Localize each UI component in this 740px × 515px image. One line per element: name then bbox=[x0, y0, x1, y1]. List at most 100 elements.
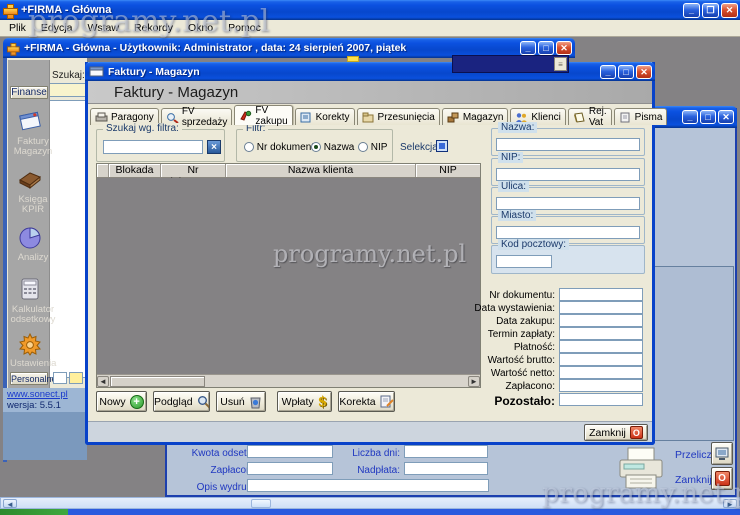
start-button-fragment[interactable] bbox=[0, 509, 68, 515]
app-search-input[interactable] bbox=[47, 83, 87, 97]
minimize-button[interactable]: _ bbox=[682, 110, 698, 124]
wartosc-netto-input[interactable] bbox=[559, 366, 643, 379]
ulica-label: Ulica: bbox=[498, 181, 529, 192]
przelicz-label: Przelicz bbox=[675, 449, 712, 461]
table-body[interactable]: programy.net.pl bbox=[97, 178, 480, 374]
nip-input[interactable] bbox=[496, 168, 640, 181]
scroll-right-arrow[interactable]: ► bbox=[723, 499, 737, 508]
column-header-nr-dokumentu[interactable]: Nr dokumentu bbox=[161, 164, 226, 177]
sidebar-group-finanse[interactable]: Finanse bbox=[10, 86, 48, 99]
dialog-titlebar[interactable]: Faktury - Magazyn _ □ ✕ bbox=[85, 62, 655, 81]
nazwa-input[interactable] bbox=[496, 138, 640, 151]
scroll-left-arrow[interactable]: ◄ bbox=[3, 499, 17, 508]
sidebar-group-personalne[interactable]: Personalne bbox=[10, 372, 48, 385]
sidebar-item-kalkulator[interactable]: Kalkulator odsetkowy bbox=[10, 276, 50, 332]
scroll-thumb[interactable] bbox=[110, 376, 205, 387]
field-label: Data wystawienia: bbox=[468, 303, 555, 314]
korekta-button[interactable]: Korekta bbox=[338, 391, 395, 412]
restore-button[interactable]: ❐ bbox=[702, 3, 719, 18]
menu-wstaw[interactable]: Wstaw bbox=[87, 22, 119, 34]
przelicz-button[interactable] bbox=[711, 442, 733, 465]
menu-plik[interactable]: Plik bbox=[9, 22, 26, 34]
selection-icon[interactable] bbox=[436, 140, 448, 152]
pozostalo-input[interactable] bbox=[559, 393, 643, 406]
tab-rej-vat[interactable]: Rej. Vat bbox=[568, 108, 612, 125]
podglad-button[interactable]: Podgląd bbox=[153, 391, 210, 412]
radio-icon[interactable] bbox=[358, 142, 368, 152]
nr-dokumentu-input[interactable] bbox=[559, 288, 643, 301]
radio-icon[interactable] bbox=[311, 142, 321, 152]
dialog-zamknij-button[interactable]: Zamknij O bbox=[584, 424, 648, 441]
nowy-button[interactable]: Nowy + bbox=[96, 391, 147, 412]
maximize-button[interactable]: □ bbox=[618, 65, 634, 79]
radio-label: NIP bbox=[371, 142, 388, 153]
main-hscrollbar[interactable]: ◄ ► bbox=[0, 497, 740, 509]
tab-przesuniecia[interactable]: Przesunięcia bbox=[357, 108, 440, 125]
menu-edycja[interactable]: Edycja bbox=[41, 22, 73, 34]
data-zakupu-input[interactable] bbox=[559, 314, 643, 327]
tab-pisma[interactable]: Pisma bbox=[614, 108, 668, 125]
menu-okno[interactable]: Okno bbox=[188, 22, 213, 34]
main-window-titlebar[interactable]: +FIRMA - Główna _ ❐ ✕ bbox=[0, 0, 740, 20]
platnosc-input[interactable] bbox=[559, 340, 643, 353]
radio-nazwa[interactable]: Nazwa bbox=[311, 142, 354, 153]
sonect-link[interactable]: www.sonect.pl bbox=[7, 389, 87, 400]
kwota-odsetek-input[interactable] bbox=[247, 445, 333, 458]
data-wystawienia-input[interactable] bbox=[559, 301, 643, 314]
sidebar-item-ustawienia[interactable]: Ustawienia bbox=[10, 332, 50, 372]
ulica-input[interactable] bbox=[496, 197, 640, 210]
minimize-button[interactable]: _ bbox=[600, 65, 616, 79]
radio-icon[interactable] bbox=[244, 142, 254, 152]
tab-fv-zakupu[interactable]: FV zakupu bbox=[234, 105, 292, 125]
search-group-label: Szukaj wg. filtra: bbox=[103, 123, 182, 134]
radio-nip[interactable]: NIP bbox=[358, 142, 387, 153]
letters-icon bbox=[619, 112, 632, 123]
miasto-input[interactable] bbox=[496, 226, 640, 239]
column-header-select[interactable] bbox=[97, 164, 109, 177]
wplaty-button[interactable]: Wpłaty $ bbox=[277, 391, 332, 412]
tab-korekty[interactable]: Korekty bbox=[295, 108, 355, 125]
nadplata-input[interactable] bbox=[404, 462, 488, 475]
scroll-left-arrow[interactable]: ◄ bbox=[97, 376, 109, 387]
sidebar-item-analizy[interactable]: Analizy bbox=[10, 224, 50, 270]
minimize-button[interactable]: _ bbox=[683, 3, 700, 18]
zaplacono-input[interactable] bbox=[247, 462, 333, 475]
sidebar-item-ksiega-kpir[interactable]: Księga KPIR bbox=[10, 166, 50, 222]
opis-wydruku-input[interactable] bbox=[247, 479, 489, 492]
version-label: wersja: bbox=[7, 400, 37, 411]
close-button[interactable]: ✕ bbox=[556, 41, 572, 55]
column-header-nazwa-klienta[interactable]: Nazwa klienta bbox=[226, 164, 416, 177]
taskbar-strip[interactable] bbox=[0, 509, 740, 515]
maximize-button[interactable]: □ bbox=[538, 41, 554, 55]
zaplacono-detail-input[interactable] bbox=[559, 379, 643, 392]
liczba-dni-input[interactable] bbox=[404, 445, 488, 458]
calc-field-label: Nadpłata: bbox=[345, 465, 400, 476]
clear-filter-icon[interactable]: × bbox=[207, 140, 221, 154]
maximize-button[interactable]: □ bbox=[700, 110, 716, 124]
kod-pocztowy-input[interactable] bbox=[496, 255, 552, 268]
sidebar-group-label: Finanse bbox=[11, 87, 47, 98]
faktury-dialog: Faktury - Magazyn _ □ ✕ Faktury - Magazy… bbox=[85, 62, 655, 445]
usun-button[interactable]: Usuń bbox=[216, 391, 266, 412]
calc-zamknij-button[interactable]: O bbox=[711, 467, 733, 490]
table-hscrollbar[interactable]: ◄ ► bbox=[97, 374, 480, 387]
floating-dropdown[interactable]: ≡ bbox=[452, 55, 569, 73]
scroll-thumb[interactable] bbox=[251, 499, 271, 508]
wartosc-brutto-input[interactable] bbox=[559, 353, 643, 366]
close-button[interactable]: ✕ bbox=[636, 65, 652, 79]
minimize-button[interactable]: _ bbox=[520, 41, 536, 55]
radio-nr-dokumentu[interactable]: Nr dokumentu bbox=[244, 142, 320, 153]
clients-icon bbox=[515, 112, 528, 123]
column-header-blokada[interactable]: Blokada bbox=[109, 164, 161, 177]
column-header-nip[interactable]: NIP bbox=[416, 164, 480, 177]
close-button[interactable]: ✕ bbox=[721, 3, 738, 18]
field-label: Wartość brutto: bbox=[468, 355, 555, 366]
dropdown-grip-icon[interactable]: ≡ bbox=[554, 57, 567, 71]
filter-search-input[interactable] bbox=[103, 140, 203, 154]
menu-pomoc[interactable]: Pomoc bbox=[228, 22, 261, 34]
menu-rekordy[interactable]: Rekordy bbox=[134, 22, 173, 34]
close-button[interactable]: ✕ bbox=[718, 110, 734, 124]
button-label: Zamknij bbox=[589, 427, 626, 439]
termin-zaplaty-input[interactable] bbox=[559, 327, 643, 340]
sidebar-item-faktury-magazyn[interactable]: Faktury Magazyn bbox=[10, 108, 50, 164]
